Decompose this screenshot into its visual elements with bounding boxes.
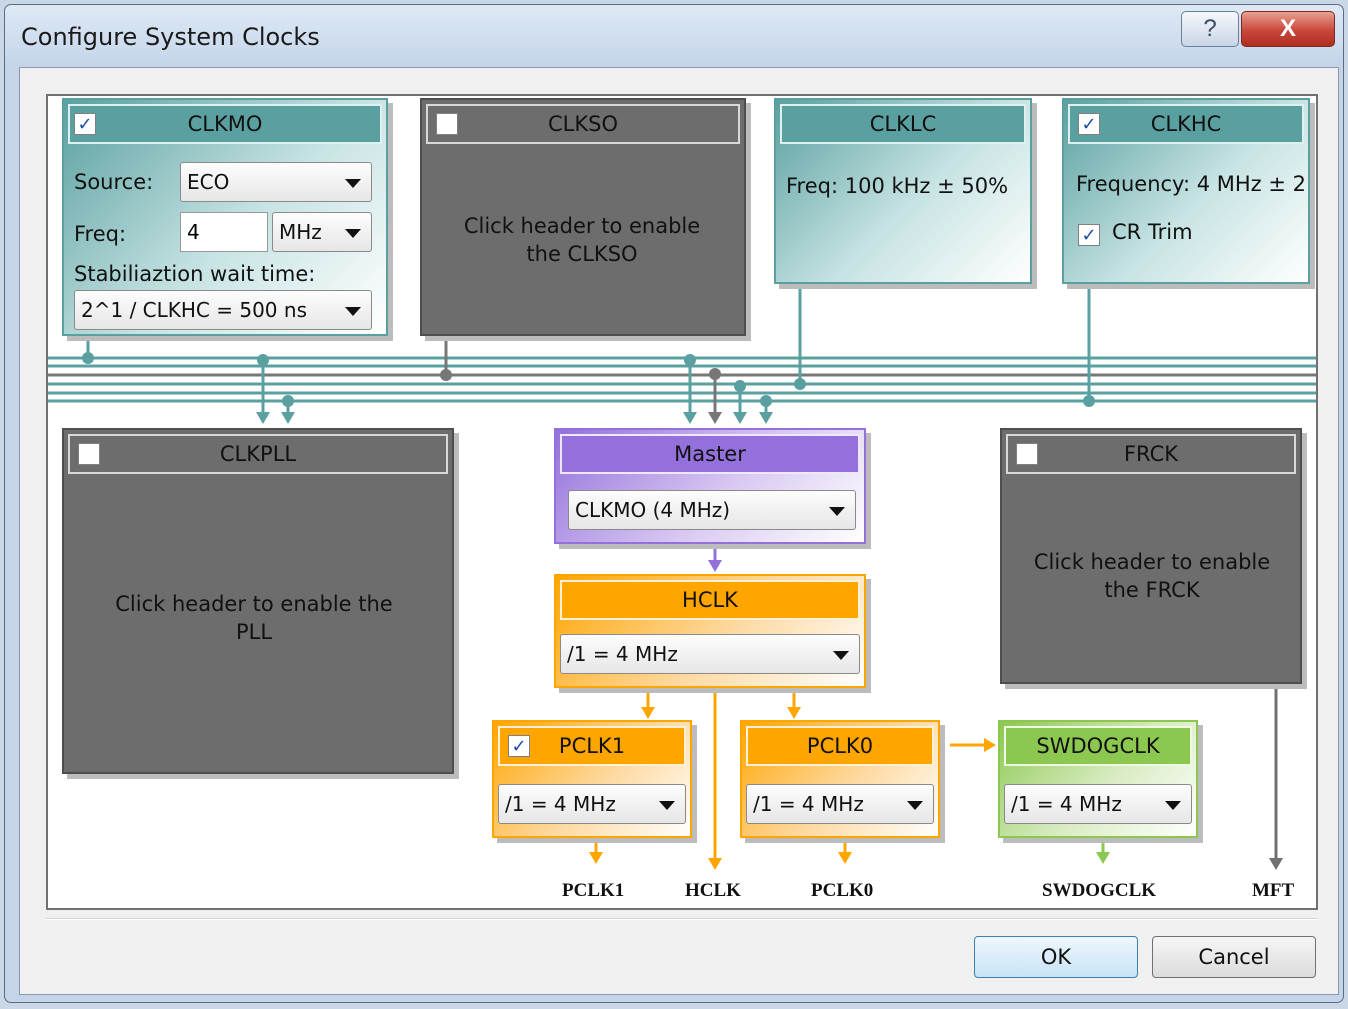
chevron-down-icon — [1165, 801, 1181, 810]
hclk-divider-select[interactable]: /1 = 4 MHz — [560, 634, 860, 674]
clklc-freq-text: Freq: 100 kHz ± 50% — [786, 174, 1009, 198]
chevron-down-icon — [829, 507, 845, 516]
swdogclk-header: SWDOGCLK — [1004, 726, 1192, 766]
pclk1-enable-checkbox[interactable]: ✓ — [508, 735, 530, 757]
pclk1-block: PCLK1 ✓ /1 = 4 MHz — [492, 720, 692, 838]
clkmo-block: CLKMO ✓ Source: ECO Freq: 4 MHz Stabilia… — [62, 98, 388, 336]
close-button[interactable]: X — [1241, 11, 1335, 47]
chevron-down-icon — [345, 307, 361, 316]
output-label-hclk: HCLK — [685, 880, 741, 901]
cancel-button[interactable]: Cancel — [1152, 936, 1316, 978]
output-label-swdogclk: SWDOGCLK — [1042, 880, 1157, 901]
clkso-block: CLKSO Click header to enable the CLKSO — [420, 98, 746, 336]
dialog-window: Configure System Clocks ? X CLKMO ✓ Sour… — [4, 4, 1344, 1003]
clkso-enable-checkbox[interactable] — [436, 113, 458, 135]
clkpll-enable-checkbox[interactable] — [78, 443, 100, 465]
clkmo-wait-label: Stabiliaztion wait time: — [74, 262, 316, 286]
button-separator — [46, 918, 1318, 920]
output-label-pclk0: PCLK0 — [811, 880, 874, 901]
clkpll-disabled-message: Click header to enable the PLL — [115, 592, 393, 644]
clkmo-source-label: Source: — [74, 170, 154, 194]
chevron-down-icon — [345, 229, 361, 238]
chevron-down-icon — [345, 179, 361, 188]
swdogclk-block: SWDOGCLK /1 = 4 MHz — [998, 720, 1198, 838]
clklc-header: CLKLC — [780, 104, 1026, 144]
close-icon: X — [1279, 15, 1296, 42]
clkmo-source-select[interactable]: ECO — [180, 162, 372, 202]
clkmo-freq-input[interactable]: 4 — [180, 212, 268, 252]
help-icon: ? — [1203, 15, 1217, 42]
clock-diagram: CLKMO ✓ Source: ECO Freq: 4 MHz Stabilia… — [46, 94, 1318, 910]
pclk0-divider-select[interactable]: /1 = 4 MHz — [746, 784, 934, 824]
clklc-block: CLKLC Freq: 100 kHz ± 50% — [774, 98, 1032, 284]
output-label-mft: MFT — [1252, 880, 1295, 901]
chevron-down-icon — [907, 801, 923, 810]
master-block: Master CLKMO (4 MHz) — [554, 428, 866, 544]
window-title: Configure System Clocks — [21, 23, 320, 51]
chevron-down-icon — [833, 651, 849, 660]
hclk-block: HCLK /1 = 4 MHz — [554, 574, 866, 688]
master-header: Master — [560, 434, 860, 474]
clkmo-header[interactable]: CLKMO — [68, 104, 382, 144]
help-button[interactable]: ? — [1181, 11, 1239, 47]
clkpll-header[interactable]: CLKPLL — [68, 434, 448, 474]
clkmo-wait-select[interactable]: 2^1 / CLKHC = 500 ns — [74, 290, 372, 330]
clkhc-crtrim-label: CR Trim — [1112, 220, 1193, 244]
clkhc-freq-text: Frequency: 4 MHz ± 2 — [1076, 172, 1306, 196]
ok-button[interactable]: OK — [974, 936, 1138, 978]
pclk0-header: PCLK0 — [746, 726, 934, 766]
clkmo-enable-checkbox[interactable]: ✓ — [74, 113, 96, 135]
clkhc-header[interactable]: CLKHC — [1068, 104, 1304, 144]
pclk0-block: PCLK0 /1 = 4 MHz — [740, 720, 940, 838]
clkpll-block: CLKPLL Click header to enable the PLL — [62, 428, 454, 774]
chevron-down-icon — [659, 801, 675, 810]
swdogclk-divider-select[interactable]: /1 = 4 MHz — [1004, 784, 1192, 824]
clkso-disabled-message: Click header to enable the CLKSO — [463, 214, 701, 266]
clkhc-enable-checkbox[interactable]: ✓ — [1078, 113, 1100, 135]
clkhc-crtrim-checkbox[interactable]: ✓ — [1078, 224, 1100, 246]
frck-header[interactable]: FRCK — [1006, 434, 1296, 474]
frck-enable-checkbox[interactable] — [1016, 443, 1038, 465]
clkmo-freq-unit-select[interactable]: MHz — [272, 212, 372, 252]
clkso-header[interactable]: CLKSO — [426, 104, 740, 144]
clkmo-freq-label: Freq: — [74, 222, 127, 246]
master-source-select[interactable]: CLKMO (4 MHz) — [568, 490, 856, 530]
output-label-pclk1: PCLK1 — [562, 880, 625, 901]
pclk1-divider-select[interactable]: /1 = 4 MHz — [498, 784, 686, 824]
frck-disabled-message: Click header to enable the FRCK — [1033, 550, 1271, 602]
frck-block: FRCK Click header to enable the FRCK — [1000, 428, 1302, 684]
clkhc-block: CLKHC ✓ Frequency: 4 MHz ± 2 ✓ CR Trim — [1062, 98, 1310, 284]
dialog-client-area: CLKMO ✓ Source: ECO Freq: 4 MHz Stabilia… — [19, 67, 1339, 995]
hclk-header: HCLK — [560, 580, 860, 620]
